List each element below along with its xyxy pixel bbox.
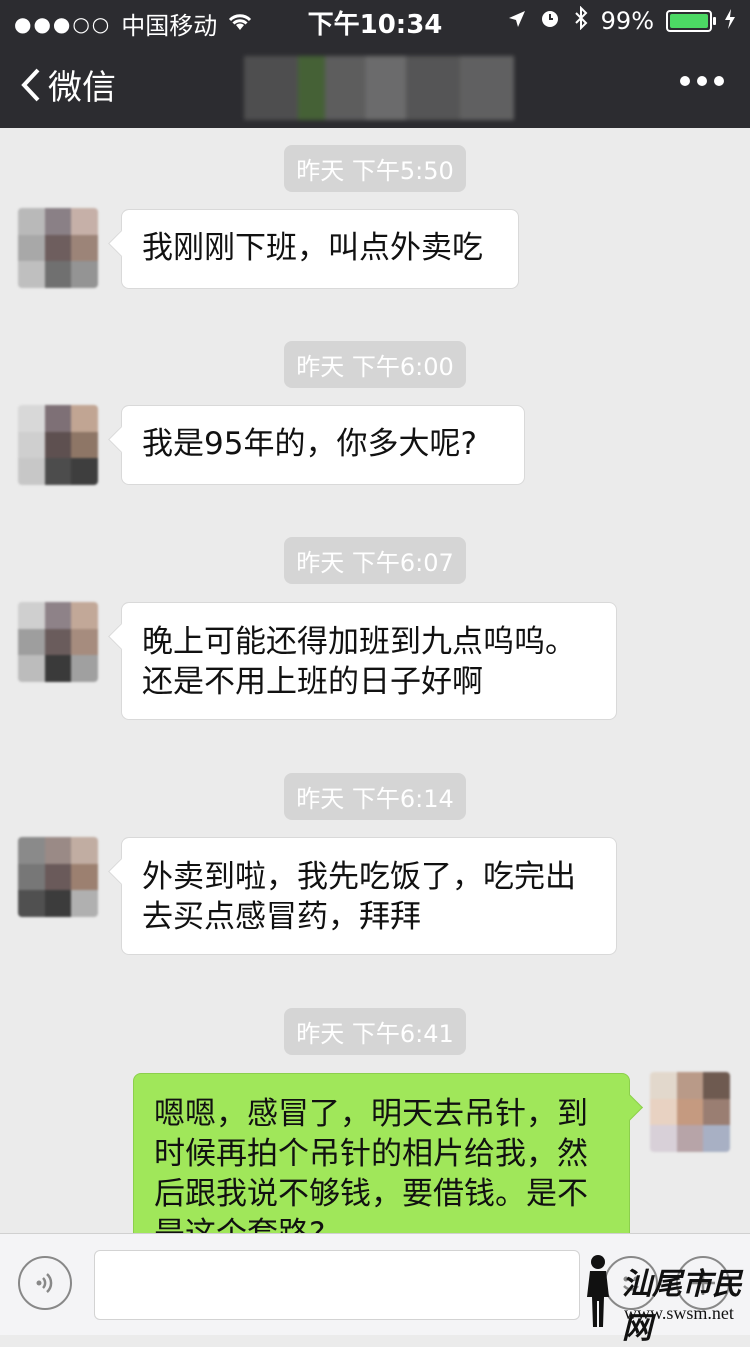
more-icon (680, 76, 690, 86)
message-text: 去买点感冒药，拜拜 (142, 899, 421, 935)
timestamp: 昨天 下午6:07 (0, 537, 750, 584)
message-text: 外卖到啦，我先吃饭了，吃完出 (142, 859, 576, 895)
message-text: 是这个套路? (154, 1214, 609, 1233)
battery-icon (666, 10, 716, 32)
person-silhouette-icon (587, 1255, 609, 1327)
message-text: 我是95年的，你多大呢? (142, 426, 477, 462)
message-bubble[interactable]: 我是95年的，你多大呢? (121, 405, 525, 485)
alarm-icon (539, 7, 561, 35)
message-text: 时候再拍个吊针的相片给我，然 (154, 1136, 588, 1172)
avatar[interactable] (18, 208, 98, 288)
message-bubble[interactable]: 晚上可能还得加班到九点呜呜。 还是不用上班的日子好啊 (121, 602, 617, 720)
avatar[interactable] (18, 602, 98, 682)
timestamp: 昨天 下午5:50 (0, 145, 750, 192)
nav-bar: 微信 (0, 44, 750, 128)
message-text: 晚上可能还得加班到九点呜呜。 (142, 624, 576, 660)
charging-icon (724, 7, 736, 35)
chat-title-blurred (244, 56, 514, 120)
location-icon (507, 7, 527, 35)
watermark-logo: 汕尾市民网 www.swsm.net (576, 1253, 744, 1346)
timestamp: 昨天 下午6:41 (0, 1008, 750, 1055)
message-text: 我刚刚下班，叫点外卖吃 (142, 230, 483, 266)
my-avatar[interactable] (650, 1072, 730, 1152)
watermark-url: www.swsm.net (624, 1303, 734, 1323)
back-label: 微信 (48, 68, 116, 108)
chevron-left-icon (21, 68, 40, 101)
bluetooth-icon (573, 5, 589, 36)
message-text: 嗯嗯，感冒了，明天去吊针，到 (154, 1096, 588, 1132)
message-bubble[interactable]: 我刚刚下班，叫点外卖吃 (121, 209, 519, 289)
message-input[interactable] (94, 1250, 580, 1320)
more-menu-button[interactable] (680, 76, 724, 86)
message-text: 还是不用上班的日子好啊 (142, 664, 483, 700)
status-bar: ●●●○○ 中国移动 下午10:34 99% (0, 0, 750, 40)
my-message-bubble[interactable]: 嗯嗯，感冒了，明天去吊针，到 时候再拍个吊针的相片给我，然 后跟我说不够钱，要借… (133, 1073, 630, 1233)
voice-icon (36, 1273, 53, 1293)
avatar[interactable] (18, 837, 98, 917)
avatar[interactable] (18, 405, 98, 485)
message-text: 后跟我说不够钱，要借钱。是不 (154, 1176, 588, 1212)
voice-button[interactable] (18, 1256, 72, 1310)
top-bar: ●●●○○ 中国移动 下午10:34 99% 微信 (0, 0, 750, 128)
timestamp: 昨天 下午6:00 (0, 341, 750, 388)
back-button[interactable]: 微信 (20, 60, 116, 109)
battery-percent: 99% (600, 7, 654, 35)
message-bubble[interactable]: 外卖到啦，我先吃饭了，吃完出 去买点感冒药，拜拜 (121, 837, 617, 955)
input-bar: 汕尾市民网 www.swsm.net (0, 1233, 750, 1346)
chat-area[interactable]: 昨天 下午5:50 我刚刚下班，叫点外卖吃 昨天 下午6:00 我是95年的，你… (0, 128, 750, 1233)
timestamp: 昨天 下午6:14 (0, 773, 750, 820)
